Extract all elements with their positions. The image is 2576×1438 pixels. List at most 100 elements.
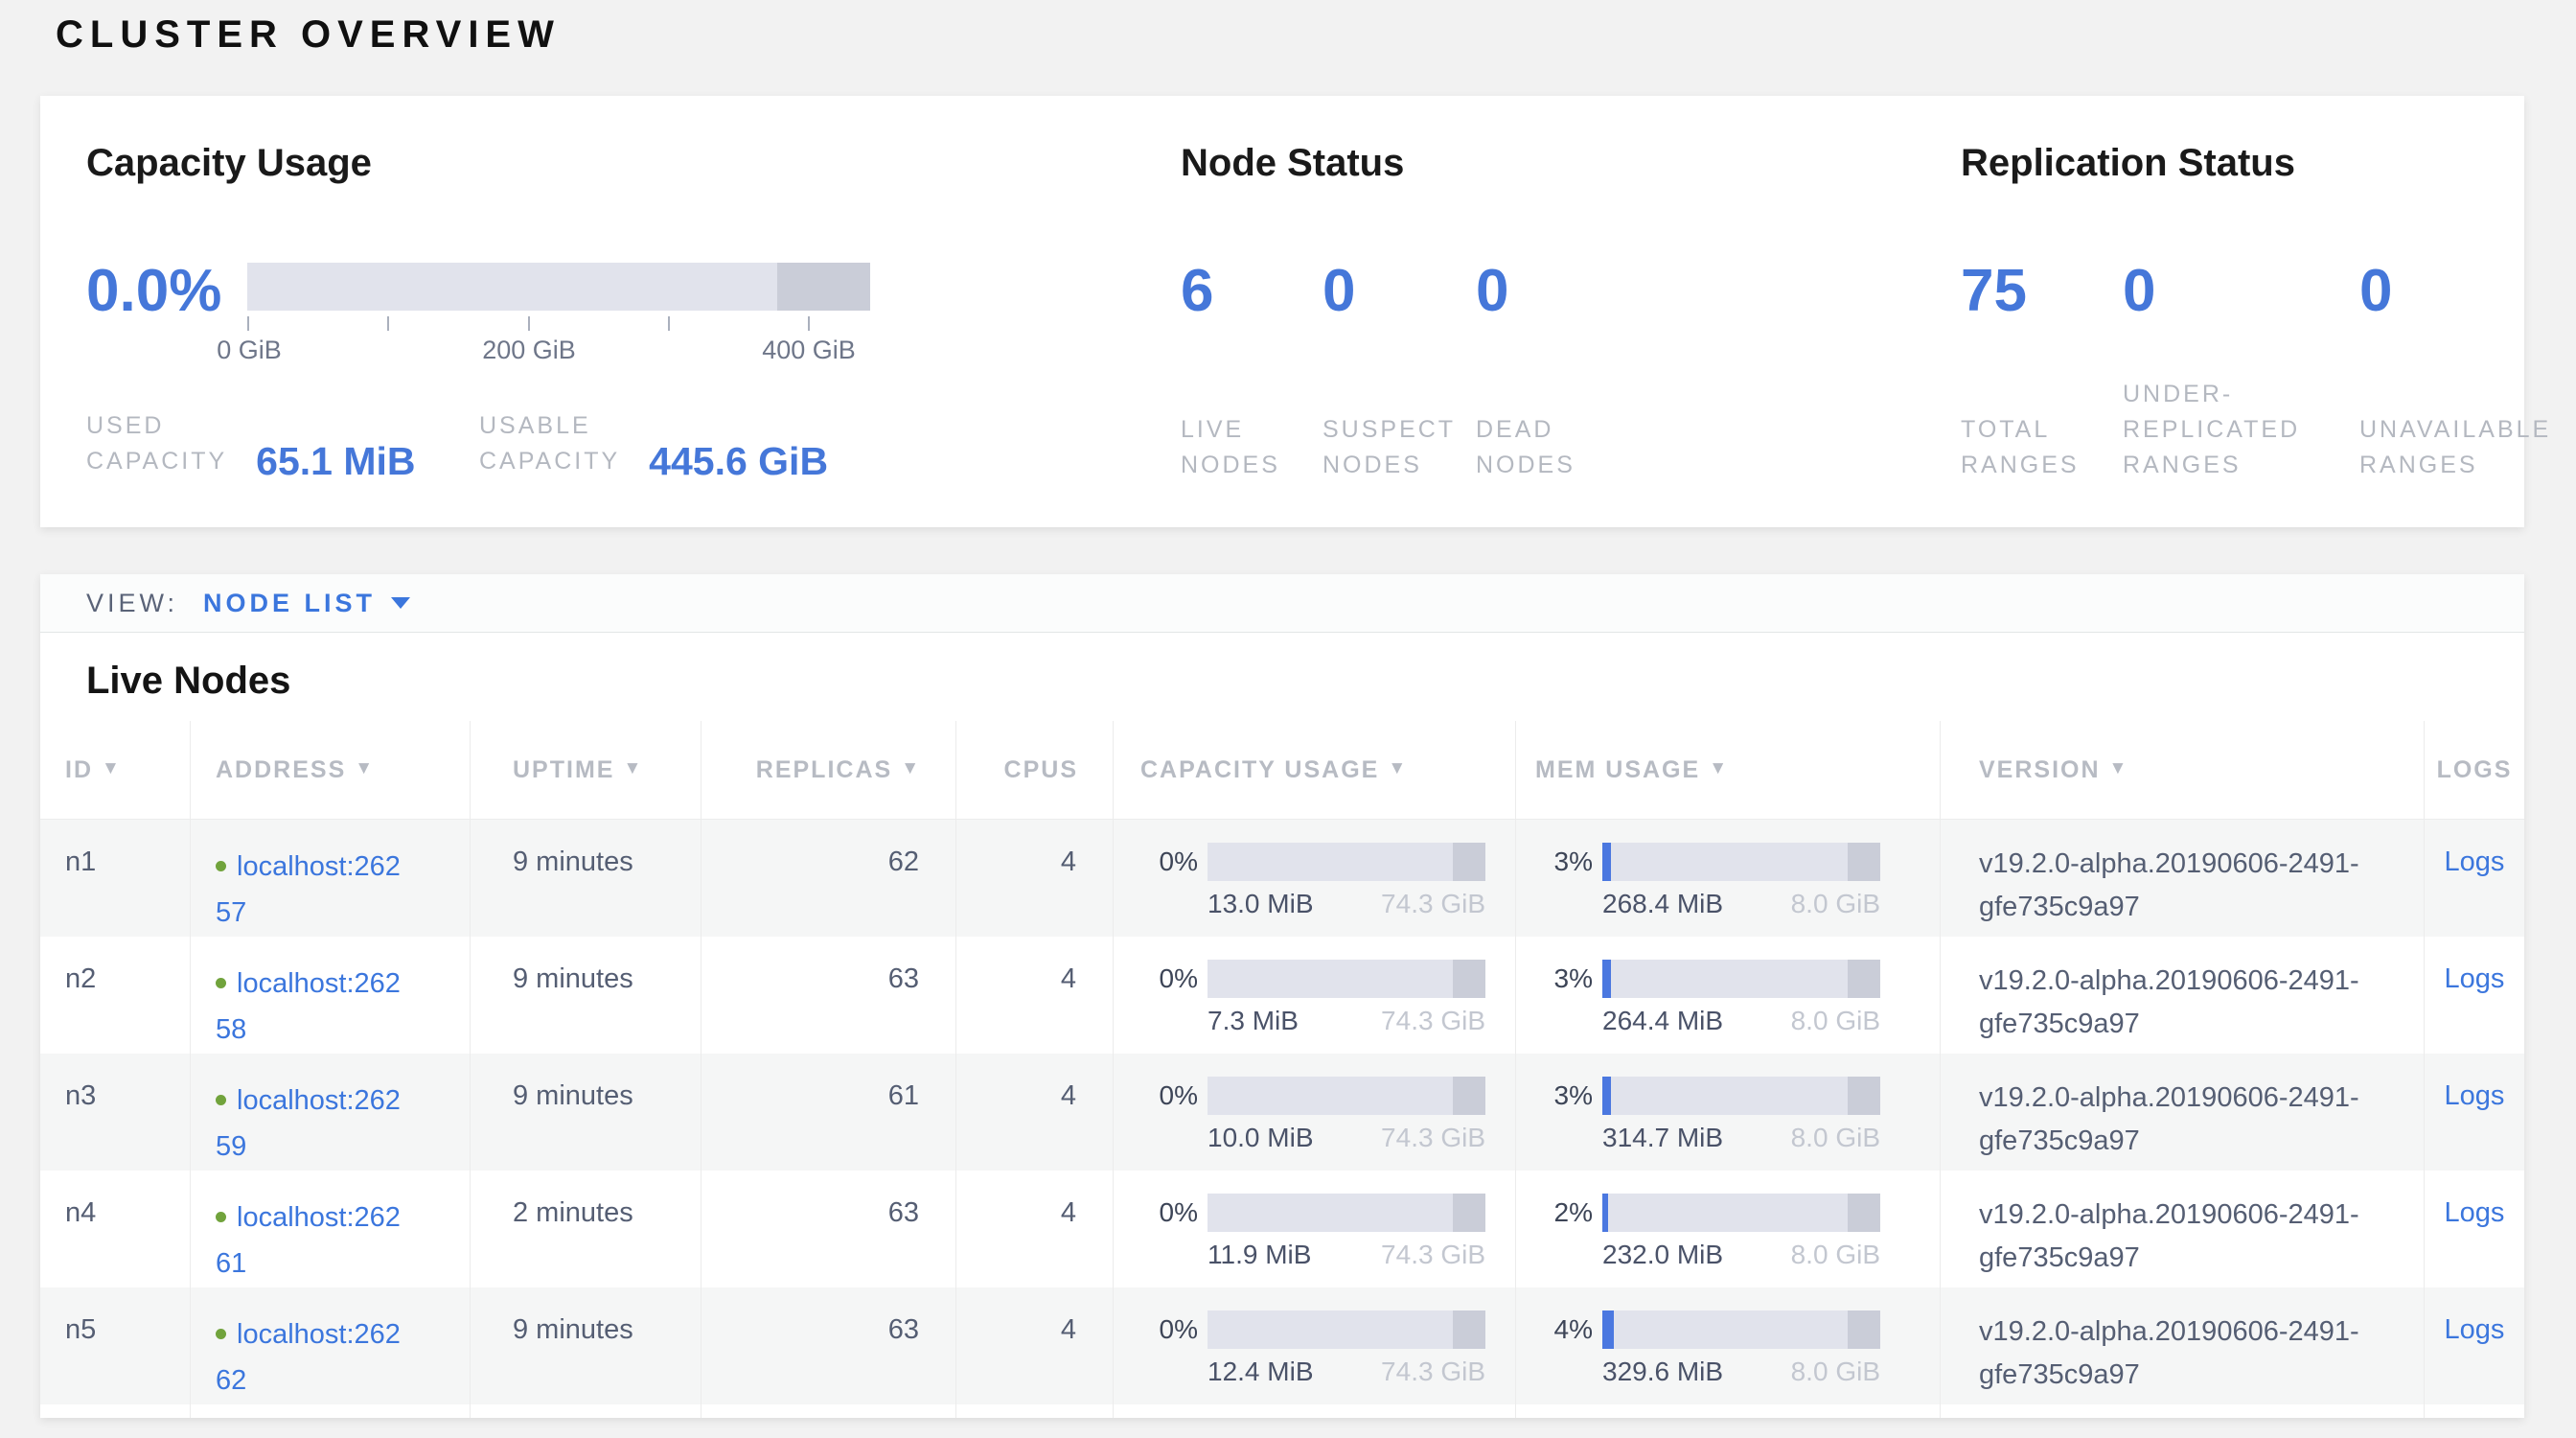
mem-used-value: 264.4 MiB [1602, 1008, 1723, 1034]
node-address-link[interactable]: localhost:26257 [216, 851, 401, 928]
column-header-replicas[interactable]: REPLICAS▼ [702, 721, 956, 819]
logs-link[interactable]: Logs [2445, 963, 2505, 994]
node-logs-cell: Logs [2425, 820, 2524, 937]
dead-nodes-label: DEAD NODES [1476, 412, 1725, 483]
capacity-mini-bar [1208, 843, 1485, 881]
node-uptime-cell: 9 minutes [471, 820, 702, 937]
mem-usage-cell: 2% 232.0 MiB 8.0 GiB [1516, 1171, 1941, 1287]
capacity-mini-bar-reserved [1453, 843, 1485, 881]
table-row: n1 localhost:26257 9 minutes 62 4 0% 13.… [40, 820, 2524, 937]
sort-desc-icon: ▼ [1709, 758, 1729, 779]
node-live-status-icon [216, 1212, 226, 1222]
used-capacity-label: USED CAPACITY [86, 408, 227, 479]
node-logs-cell: Logs [2425, 1287, 2524, 1404]
table-row: n3 localhost:26259 9 minutes 61 4 0% 10.… [40, 1054, 2524, 1171]
node-cpus-cell: 4 [956, 1287, 1114, 1404]
node-status-section: Node Status 6 LIVE NODES 0 SUSPECT NODES… [1181, 142, 1725, 483]
capacity-usage-title: Capacity Usage [86, 142, 870, 184]
capacity-percent: 0% [1140, 1077, 1198, 1115]
capacity-mini-bar-reserved [1453, 1194, 1485, 1232]
node-replicas-cell: 61 [702, 1054, 956, 1171]
node-address-cell: localhost:26261 [191, 1171, 471, 1287]
column-header-uptime[interactable]: UPTIME▼ [471, 721, 702, 819]
capacity-used-value: 7.3 MiB [1208, 1008, 1299, 1034]
mem-mini-bar-reserved [1848, 1194, 1880, 1232]
node-live-status-icon [216, 1329, 226, 1339]
node-address-link[interactable]: localhost:26258 [216, 968, 401, 1045]
live-nodes-title: Live Nodes [86, 660, 2524, 702]
mem-mini-bar [1602, 1310, 1880, 1349]
column-header-address[interactable]: ADDRESS▼ [191, 721, 471, 819]
mem-mini-bar-fill [1602, 1194, 1608, 1232]
mem-mini-bar-reserved [1848, 843, 1880, 881]
capacity-used-value: 11.9 MiB [1208, 1241, 1311, 1268]
node-id-cell: n2 [40, 937, 191, 1054]
sort-desc-icon: ▼ [355, 758, 375, 779]
mem-usage-cell: 3% 264.4 MiB 8.0 GiB [1516, 937, 1941, 1054]
sort-desc-icon: ▼ [623, 758, 643, 779]
logs-link[interactable]: Logs [2445, 1197, 2505, 1228]
sort-desc-icon: ▼ [1388, 758, 1408, 779]
column-header-cpus[interactable]: CPUS [956, 721, 1114, 819]
mem-total-value: 8.0 GiB [1791, 1241, 1880, 1268]
node-address-link[interactable]: localhost:26261 [216, 1202, 401, 1279]
total-ranges-stat: 75 TOTAL RANGES [1961, 261, 2123, 483]
node-live-status-icon [216, 861, 226, 871]
live-nodes-stat: 6 LIVE NODES [1181, 261, 1322, 483]
node-version-cell: v19.2.0-alpha.20190606-2491-gfe735c9a97 [1941, 1171, 2425, 1287]
suspect-nodes-stat: 0 SUSPECT NODES [1322, 261, 1476, 483]
axis-label: 400 GiB [762, 336, 856, 365]
mem-used-value: 232.0 MiB [1602, 1241, 1723, 1268]
node-replicas-cell: 62 [702, 820, 956, 937]
node-address-link[interactable]: localhost:26262 [216, 1319, 401, 1396]
view-dropdown[interactable]: NODE LIST [203, 589, 410, 618]
node-logs-cell: Logs [2425, 937, 2524, 1054]
capacity-usage-chart: 0.0% 0 GiB 200 GiB 400 GiB [86, 261, 870, 366]
axis-label: 0 GiB [217, 336, 282, 365]
node-uptime-cell: 2 minutes [471, 1171, 702, 1287]
node-version-cell: v19.2.0-alpha.20190606-2491-gfe735c9a97 [1941, 937, 2425, 1054]
capacity-total-value: 74.3 GiB [1381, 1008, 1485, 1034]
capacity-used-value: 13.0 MiB [1208, 891, 1314, 917]
column-header-mem-usage[interactable]: MEM USAGE▼ [1516, 721, 1941, 819]
column-header-version[interactable]: VERSION▼ [1941, 721, 2425, 819]
mem-mini-bar [1602, 1077, 1880, 1115]
unavailable-ranges-stat: 0 UNAVAILABLE RANGES [2359, 261, 2576, 483]
unavailable-ranges-count: 0 [2359, 261, 2576, 322]
column-header-id[interactable]: ID▼ [40, 721, 191, 819]
sort-desc-icon: ▼ [901, 758, 921, 779]
unavailable-ranges-label: UNAVAILABLE RANGES [2359, 412, 2576, 483]
mem-mini-bar-fill [1602, 1077, 1611, 1115]
column-header-capacity-usage[interactable]: CAPACITY USAGE▼ [1114, 721, 1516, 819]
node-replicas-cell: 63 [702, 1171, 956, 1287]
under-replicated-label: UNDER- REPLICATED RANGES [2123, 377, 2359, 483]
node-replicas-cell: 63 [702, 937, 956, 1054]
table-row: n5 localhost:26262 9 minutes 63 4 0% 12.… [40, 1287, 2524, 1404]
mem-percent: 3% [1535, 1077, 1593, 1115]
node-address-cell: localhost:26258 [191, 937, 471, 1054]
mem-percent: 3% [1535, 960, 1593, 998]
capacity-total-value: 74.3 GiB [1381, 1358, 1485, 1385]
capacity-usage-cell: 0% 13.0 MiB 74.3 GiB [1114, 820, 1516, 937]
mem-total-value: 8.0 GiB [1791, 1125, 1880, 1151]
capacity-axis-labels: 0 GiB 200 GiB 400 GiB [247, 336, 870, 366]
logs-link[interactable]: Logs [2445, 1080, 2505, 1111]
view-label: VIEW: [86, 589, 178, 618]
live-nodes-count: 6 [1181, 261, 1322, 322]
under-replicated-count: 0 [2123, 261, 2359, 322]
node-id-cell: n5 [40, 1287, 191, 1404]
under-replicated-ranges-stat: 0 UNDER- REPLICATED RANGES [2123, 261, 2359, 483]
mem-mini-bar [1602, 843, 1880, 881]
capacity-mini-bar-reserved [1453, 960, 1485, 998]
node-id-cell: n1 [40, 820, 191, 937]
usable-capacity-stat: USABLE CAPACITY 445.6 GiB [479, 408, 828, 479]
cluster-summary-card: Capacity Usage 0.0% 0 GiB 200 GiB 400 Gi… [40, 96, 2524, 527]
capacity-usage-cell: 0% 7.3 MiB 74.3 GiB [1114, 937, 1516, 1054]
logs-link[interactable]: Logs [2445, 1314, 2505, 1345]
node-cpus-cell: 4 [956, 937, 1114, 1054]
live-nodes-card: VIEW: NODE LIST Live Nodes ID▼ ADDRESS▼ … [40, 574, 2524, 1418]
mem-used-value: 268.4 MiB [1602, 891, 1723, 917]
logs-link[interactable]: Logs [2445, 847, 2505, 877]
node-uptime-cell: 9 minutes [471, 1287, 702, 1404]
node-address-link[interactable]: localhost:26259 [216, 1085, 401, 1162]
